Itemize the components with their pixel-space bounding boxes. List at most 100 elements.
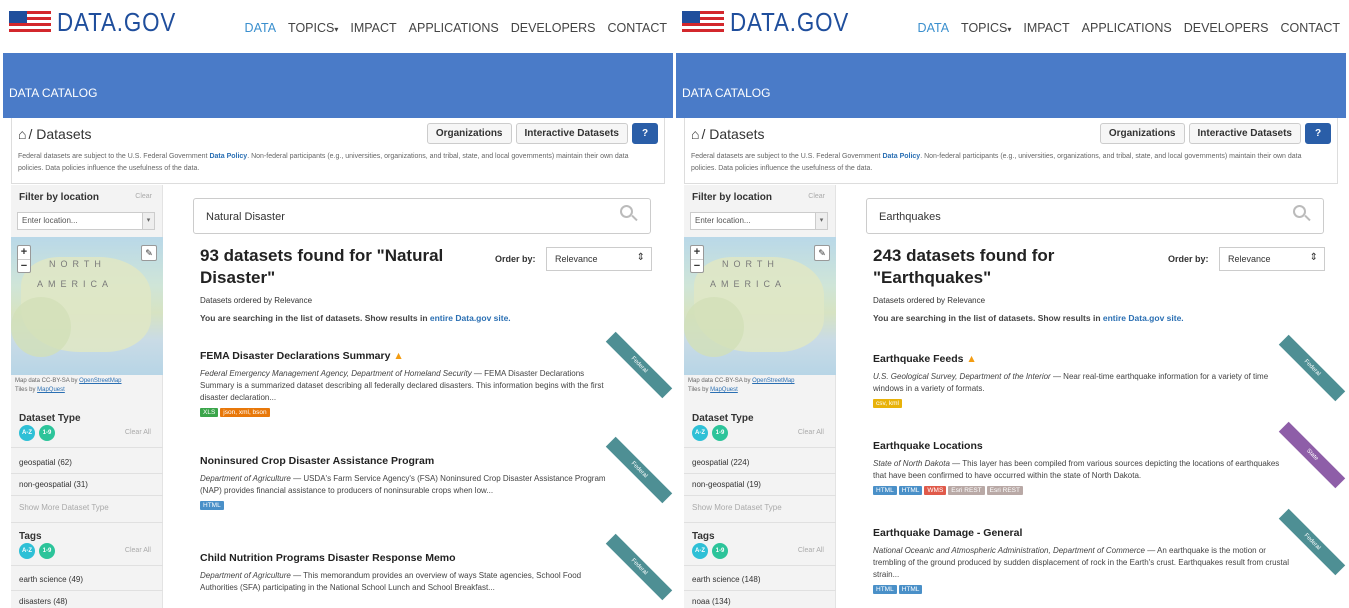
- show-more-types-link[interactable]: Show More Dataset Type: [19, 503, 109, 512]
- result-description: State of North Dakota — This layer has b…: [873, 459, 1280, 480]
- facet-type-non-geospatial[interactable]: non-geospatial (31): [19, 480, 88, 489]
- nav-impact[interactable]: IMPACT: [350, 21, 396, 35]
- location-input[interactable]: Enter location... ▾: [690, 212, 828, 230]
- search-input[interactable]: Earthquakes: [866, 198, 1324, 234]
- location-map[interactable]: NORTH AMERICA + − ✎: [11, 237, 163, 375]
- facet-tag-1[interactable]: earth science (148): [692, 575, 760, 584]
- zoom-in-icon[interactable]: +: [691, 246, 703, 259]
- format-tag[interactable]: HTML: [898, 585, 923, 594]
- banner-title: DATA CATALOG: [9, 86, 98, 100]
- result-title[interactable]: Child Nutrition Programs Disaster Respon…: [200, 552, 620, 564]
- tags-sort-az-button[interactable]: A-Z: [19, 543, 35, 559]
- mapquest-link[interactable]: MapQuest: [710, 387, 738, 393]
- nav-developers[interactable]: DEVELOPERS: [1184, 21, 1269, 35]
- facet-tag-1[interactable]: earth science (49): [19, 575, 83, 584]
- format-tag[interactable]: XLS: [200, 408, 219, 417]
- datagov-logo[interactable]: DATA.GOV: [9, 7, 196, 37]
- order-by-select[interactable]: Relevance ⇕: [546, 247, 652, 271]
- entire-site-link[interactable]: entire Data.gov site.: [430, 313, 511, 323]
- chevron-down-icon: ▾: [334, 25, 339, 34]
- help-button[interactable]: ?: [1305, 123, 1331, 144]
- interactive-datasets-button[interactable]: Interactive Datasets: [1188, 123, 1301, 144]
- breadcrumb-bar: ⌂ / Datasets Organizations Interactive Da…: [11, 118, 665, 184]
- facet-tag-2[interactable]: disasters (48): [19, 597, 67, 606]
- entire-site-link[interactable]: entire Data.gov site.: [1103, 313, 1184, 323]
- sort-az-button[interactable]: A-Z: [19, 425, 35, 441]
- facet-type-geospatial[interactable]: geospatial (62): [19, 458, 72, 467]
- nav-data[interactable]: DATA: [245, 21, 276, 35]
- chevron-down-icon: ▾: [1007, 25, 1012, 34]
- help-button[interactable]: ?: [632, 123, 658, 144]
- clear-location-link[interactable]: Clear: [135, 193, 152, 200]
- result-title[interactable]: Earthquake Locations: [873, 440, 1293, 452]
- format-tag[interactable]: HTML: [898, 486, 923, 495]
- home-icon[interactable]: ⌂: [691, 126, 699, 142]
- format-tag[interactable]: HTML: [873, 486, 897, 495]
- nav-applications[interactable]: APPLICATIONS: [1082, 21, 1172, 35]
- result-title[interactable]: Earthquake Feeds ▲: [873, 353, 1293, 365]
- pencil-icon[interactable]: ✎: [141, 245, 157, 261]
- location-map[interactable]: NORTH AMERICA + − ✎: [684, 237, 836, 375]
- dataset-type-title: Dataset Type: [19, 413, 81, 424]
- result-description: U.S. Geological Survey, Department of th…: [873, 372, 1269, 393]
- nav-applications[interactable]: APPLICATIONS: [409, 21, 499, 35]
- sort-az-button[interactable]: A-Z: [692, 425, 708, 441]
- interactive-datasets-button[interactable]: Interactive Datasets: [515, 123, 628, 144]
- nav-impact[interactable]: IMPACT: [1023, 21, 1069, 35]
- location-dropdown-icon[interactable]: ▾: [142, 213, 154, 229]
- facet-type-geospatial[interactable]: geospatial (224): [692, 458, 749, 467]
- breadcrumb-datasets[interactable]: / Datasets: [28, 126, 91, 142]
- search-icon[interactable]: [620, 205, 640, 225]
- order-by-select[interactable]: Relevance ⇕: [1219, 247, 1325, 271]
- data-policy-link[interactable]: Data Policy: [209, 153, 247, 160]
- clear-all-types-link[interactable]: Clear All: [125, 429, 151, 436]
- nav-contact[interactable]: CONTACT: [608, 21, 668, 35]
- clear-location-link[interactable]: Clear: [808, 193, 825, 200]
- nav-topics[interactable]: TOPICS▾: [288, 21, 338, 35]
- format-tag[interactable]: HTML: [873, 585, 897, 594]
- location-dropdown-icon[interactable]: ▾: [815, 213, 827, 229]
- dataset-type-title: Dataset Type: [692, 413, 754, 424]
- clear-all-tags-link[interactable]: Clear All: [125, 547, 151, 554]
- sort-19-button[interactable]: 1-9: [712, 425, 728, 441]
- zoom-out-icon[interactable]: −: [18, 259, 30, 272]
- sort-19-button[interactable]: 1-9: [39, 425, 55, 441]
- format-tag[interactable]: json, xml, bson: [220, 408, 270, 417]
- result-title[interactable]: Earthquake Damage - General: [873, 527, 1293, 539]
- search-input[interactable]: Natural Disaster: [193, 198, 651, 234]
- search-icon[interactable]: [1293, 205, 1313, 225]
- format-tag[interactable]: WMS: [924, 486, 947, 495]
- nav-data[interactable]: DATA: [918, 21, 949, 35]
- zoom-in-icon[interactable]: +: [18, 246, 30, 259]
- data-policy-link[interactable]: Data Policy: [882, 153, 920, 160]
- show-more-types-link[interactable]: Show More Dataset Type: [692, 503, 782, 512]
- openstreetmap-link[interactable]: OpenStreetMap: [79, 378, 121, 384]
- main-nav: DATA TOPICS▾ IMPACT APPLICATIONS DEVELOP…: [245, 21, 667, 35]
- organizations-button[interactable]: Organizations: [1099, 123, 1185, 144]
- format-tag[interactable]: HTML: [200, 501, 224, 510]
- tags-sort-19-button[interactable]: 1-9: [39, 543, 55, 559]
- datagov-logo[interactable]: DATA.GOV: [682, 7, 869, 37]
- nav-topics[interactable]: TOPICS▾: [961, 21, 1011, 35]
- tags-sort-19-button[interactable]: 1-9: [712, 543, 728, 559]
- breadcrumb-datasets[interactable]: / Datasets: [701, 126, 764, 142]
- format-tag[interactable]: Esri REST: [986, 486, 1023, 495]
- mapquest-link[interactable]: MapQuest: [37, 387, 65, 393]
- pencil-icon[interactable]: ✎: [814, 245, 830, 261]
- location-input[interactable]: Enter location... ▾: [17, 212, 155, 230]
- openstreetmap-link[interactable]: OpenStreetMap: [752, 378, 794, 384]
- facet-tag-2[interactable]: noaa (134): [692, 597, 731, 606]
- format-tag[interactable]: Esri REST: [948, 486, 985, 495]
- result-title[interactable]: Noninsured Crop Disaster Assistance Prog…: [200, 455, 620, 467]
- result-title[interactable]: FEMA Disaster Declarations Summary ▲: [200, 350, 620, 362]
- clear-all-tags-link[interactable]: Clear All: [798, 547, 824, 554]
- nav-contact[interactable]: CONTACT: [1281, 21, 1341, 35]
- nav-developers[interactable]: DEVELOPERS: [511, 21, 596, 35]
- zoom-out-icon[interactable]: −: [691, 259, 703, 272]
- home-icon[interactable]: ⌂: [18, 126, 26, 142]
- facet-type-non-geospatial[interactable]: non-geospatial (19): [692, 480, 761, 489]
- organizations-button[interactable]: Organizations: [426, 123, 512, 144]
- format-tag[interactable]: csv, kml: [873, 399, 902, 408]
- tags-sort-az-button[interactable]: A-Z: [692, 543, 708, 559]
- clear-all-types-link[interactable]: Clear All: [798, 429, 824, 436]
